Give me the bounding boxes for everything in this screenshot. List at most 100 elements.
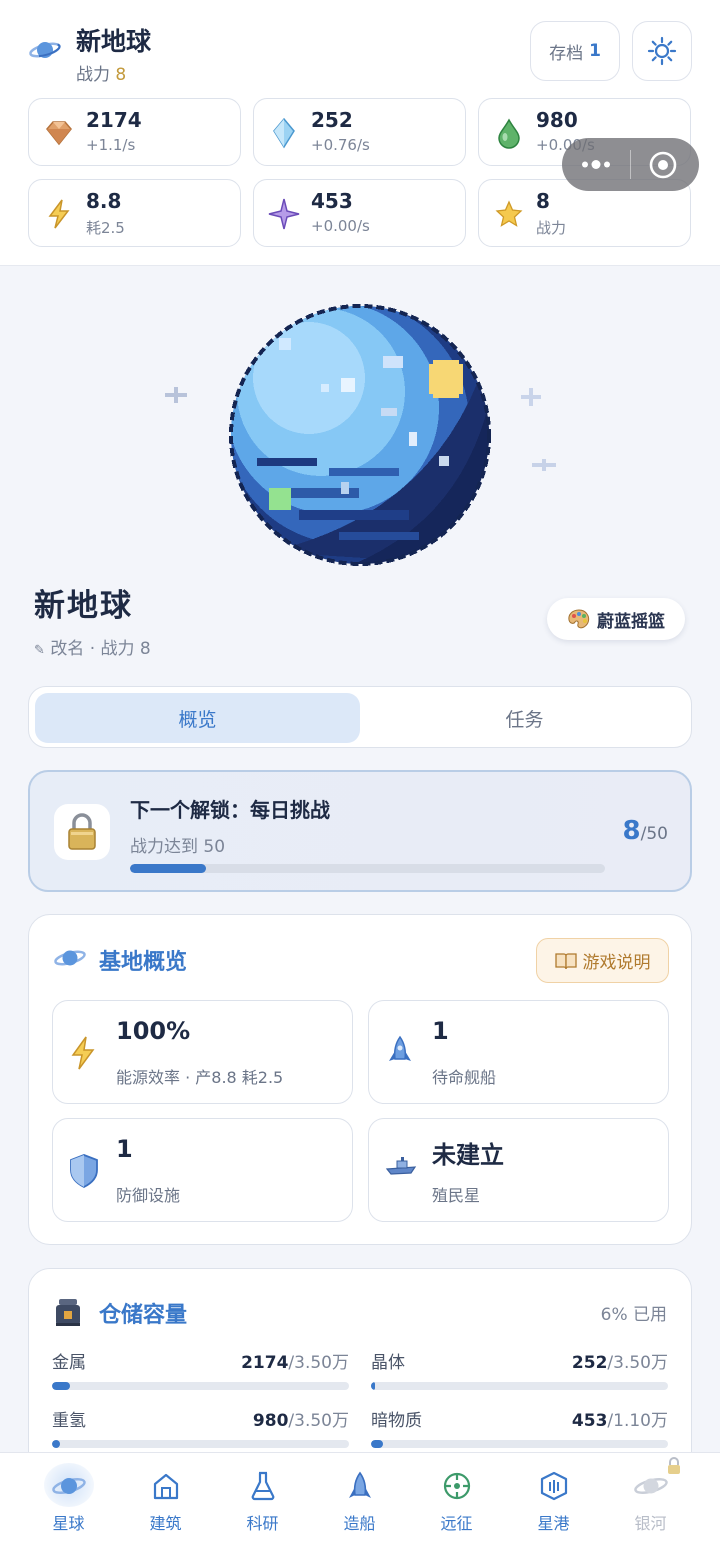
storage-used: 6% 已用 — [600, 1305, 667, 1325]
power-value: 8 — [115, 65, 127, 85]
crystal-icon — [273, 117, 295, 149]
storage-fill — [52, 1382, 71, 1390]
nav-galaxy[interactable]: 银河 — [602, 1453, 699, 1553]
lock-icon-box — [54, 804, 110, 860]
lock-icon — [68, 813, 96, 850]
nav-shipyard[interactable]: 造船 — [311, 1453, 408, 1553]
next-unlock-card[interactable]: 下一个解锁：每日挑战 战力达到 50 8/50 — [28, 770, 692, 892]
stat-label: 待命舰船 — [432, 1068, 497, 1087]
unlock-current: 8 — [622, 816, 641, 846]
storage-name: 晶体 — [371, 1353, 405, 1373]
storage-amount: 453/1.10万 — [571, 1411, 668, 1431]
bottom-nav: 星球 建筑 科研 造船 远征 星港 银河 — [0, 1452, 720, 1563]
nav-label: 星球 — [52, 1514, 85, 1533]
stat-value: 未建立 — [432, 1141, 504, 1169]
resource-value: 453 — [311, 189, 353, 213]
sun-settings-icon — [647, 36, 677, 66]
storage-amount: 980/3.50万 — [252, 1411, 349, 1431]
storage-fill — [52, 1440, 61, 1448]
overview-title: 基地概览 — [99, 950, 188, 975]
tab-tasks[interactable]: 任务 — [362, 693, 687, 743]
palette-icon — [568, 609, 590, 629]
dark-matter-star-icon — [268, 198, 300, 230]
pencil-icon: ✎ — [34, 643, 45, 658]
storage-name: 暗物质 — [371, 1411, 422, 1431]
pixel-planet-image[interactable] — [229, 304, 491, 566]
nav-label: 银河 — [634, 1514, 667, 1533]
power-label: 战力 — [76, 65, 110, 85]
nav-starport[interactable]: 星港 — [505, 1453, 602, 1553]
sparkle-icon — [165, 387, 187, 403]
unlock-title: 下一个解锁：每日挑战 — [130, 798, 330, 822]
storage-name: 重氢 — [52, 1411, 86, 1431]
storage-fill — [371, 1440, 384, 1448]
nav-expedition[interactable]: 远征 — [408, 1453, 505, 1553]
guide-label: 游戏说明 — [582, 953, 651, 973]
nav-buildings[interactable]: 建筑 — [117, 1453, 214, 1553]
warehouse-icon — [56, 1299, 80, 1326]
resource-value: 8 — [536, 189, 550, 213]
tab-overview[interactable]: 概览 — [35, 693, 360, 743]
stat-value: 1 — [116, 1135, 133, 1163]
resource-card-dark-matter[interactable]: 453 +0.00/s — [253, 179, 466, 247]
resource-rate: +0.00/s — [311, 217, 370, 235]
unlock-progress-bar — [130, 864, 605, 873]
save-label: 存档 — [549, 43, 584, 64]
energy-bolt-icon — [48, 199, 70, 229]
resource-card-crystal[interactable]: 252 +0.76/s — [253, 98, 466, 166]
mini-program-capsule — [562, 138, 699, 191]
unlock-count: 8/50 — [623, 816, 668, 846]
resource-value: 980 — [536, 108, 578, 132]
sparkle-icon — [521, 388, 541, 406]
planet-icon — [50, 1469, 87, 1503]
metal-ore-icon — [46, 121, 72, 146]
nav-label: 科研 — [246, 1514, 279, 1533]
rocket-icon — [389, 1035, 411, 1061]
planet-name: 新地球 — [34, 588, 133, 624]
storage-amount: 252/3.50万 — [571, 1353, 668, 1373]
storage-bar — [52, 1440, 349, 1448]
unlock-progress-fill — [130, 864, 206, 873]
rename-link[interactable]: ✎ 改名 · 战力 8 — [34, 634, 151, 659]
flask-icon — [244, 1469, 281, 1503]
save-slot-button[interactable]: 存档 1 — [530, 21, 620, 81]
nav-research[interactable]: 科研 — [214, 1453, 311, 1553]
save-slot-number: 1 — [589, 41, 601, 61]
colony-ship-icon — [385, 1157, 417, 1175]
storage-bar — [371, 1382, 668, 1390]
planet-icon — [54, 950, 86, 966]
small-lock-icon — [668, 1457, 680, 1474]
building-icon — [147, 1469, 184, 1503]
stat-colony[interactable]: 未建立 殖民星 — [368, 1118, 669, 1222]
resource-card-energy[interactable]: 8.8 耗2.5 — [28, 179, 241, 247]
storage-bar — [371, 1440, 668, 1448]
power-star-icon — [495, 200, 523, 227]
resource-value: 8.8 — [86, 189, 122, 213]
stat-label: 能源效率 · 产8.8 耗2.5 — [116, 1068, 284, 1087]
stat-value: 100% — [116, 1017, 191, 1045]
game-guide-button[interactable]: 游戏说明 — [536, 938, 669, 983]
biome-label: 蔚蓝摇篮 — [597, 611, 665, 632]
more-dots-icon[interactable] — [576, 150, 616, 179]
crosshair-icon — [438, 1469, 475, 1503]
top-header: 新地球 战力 8 存档 1 2174 +1.1/s 252 +0.76/s 98… — [0, 0, 720, 266]
ship-icon — [341, 1469, 378, 1503]
settings-button[interactable] — [632, 21, 692, 81]
stat-defense[interactable]: 1 防御设施 — [52, 1118, 353, 1222]
stat-label: 殖民星 — [432, 1186, 481, 1205]
capsule-divider — [630, 150, 631, 179]
biome-button[interactable]: 蔚蓝摇篮 — [547, 598, 685, 640]
resource-card-metal[interactable]: 2174 +1.1/s — [28, 98, 241, 166]
nav-planet[interactable]: 星球 — [20, 1453, 117, 1553]
deuterium-drop-icon — [498, 118, 520, 149]
tab-bar: 概览 任务 — [28, 686, 692, 748]
stat-energy-efficiency[interactable]: 100% 能源效率 · 产8.8 耗2.5 — [52, 1000, 353, 1104]
stat-idle-ships[interactable]: 1 待命舰船 — [368, 1000, 669, 1104]
resource-rate: 耗2.5 — [86, 219, 125, 237]
storage-amount: 2174/3.50万 — [241, 1353, 349, 1373]
planet-title: 新地球 — [76, 27, 152, 56]
storage-bar — [52, 1382, 349, 1390]
close-target-icon[interactable] — [648, 150, 678, 180]
stat-value: 1 — [432, 1017, 449, 1045]
nav-label: 建筑 — [149, 1514, 182, 1533]
